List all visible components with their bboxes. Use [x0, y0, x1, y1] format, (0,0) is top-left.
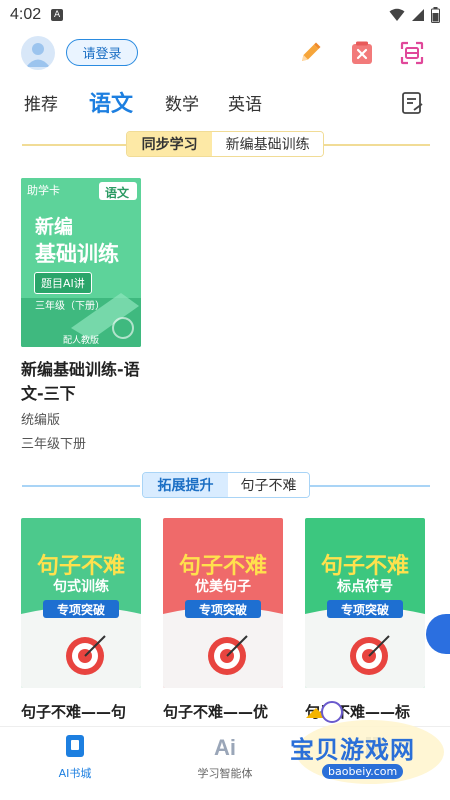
book-title-line1: 新编基础训练-语 [21, 360, 140, 379]
cover-banner: 专项突破 [185, 600, 261, 618]
status-time: 4:02 [10, 6, 42, 23]
cover-line2: 基础训练 [35, 242, 119, 266]
cover-badge: 题目AI讲 [34, 272, 92, 294]
divider [324, 144, 430, 146]
watermark-text: 宝贝游戏网 [290, 736, 415, 764]
section-extend-switch: 拓展提升 句子不难 [142, 472, 310, 498]
cover-edition: 配人教版 [63, 336, 100, 346]
cover-subject: 语文 [105, 186, 130, 200]
cover-tag: 助学卡 [27, 184, 60, 197]
divider [22, 144, 126, 146]
notification-icon: A [51, 9, 64, 21]
book-cover-punctuation[interactable]: 句子不难 标点符号 专项突破 [305, 518, 425, 688]
divider [22, 485, 140, 487]
nav-ai-bookstore[interactable]: AI书城 [20, 733, 130, 781]
seg-basic-training[interactable]: 新编基础训练 [212, 132, 323, 156]
tab-english[interactable]: 英语 [228, 82, 262, 122]
section-sync-switch: 同步学习 新编基础训练 [126, 131, 324, 157]
divider [310, 485, 430, 487]
edit-list-icon[interactable] [400, 90, 426, 116]
status-bar: 4:02 A [0, 0, 450, 30]
status-icons [389, 7, 440, 23]
seg-sentence[interactable]: 句子不难 [227, 473, 309, 497]
signal-icon [412, 9, 424, 21]
book-cover-basic-training[interactable]: 助学卡 语文 新编 基础训练 题目AI讲 三年级（下册） 配人教版 [21, 178, 141, 347]
book-title-basic-training[interactable]: 新编基础训练-语 文-三下 [21, 358, 151, 406]
tab-math[interactable]: 数学 [165, 82, 199, 122]
cover-subtitle: 标点符号 [337, 579, 393, 595]
nav-study-agent[interactable]: Ai 学习智能体 [170, 733, 280, 781]
user-icon [26, 43, 50, 67]
scan-icon[interactable] [398, 39, 426, 67]
cover-subtitle: 句式训练 [53, 579, 109, 595]
svg-text:Ai: Ai [214, 735, 236, 760]
cover-grade: 三年级（下册） [35, 301, 105, 312]
ai-icon: Ai [214, 735, 236, 760]
section-extend-header: 拓展提升 句子不难 [0, 471, 450, 501]
book-cover-sentence-pattern[interactable]: 句子不难 句式训练 专项突破 [21, 518, 141, 688]
seg-sync-study[interactable]: 同步学习 [127, 132, 213, 156]
cover-banner: 专项突破 [327, 600, 403, 618]
clear-icon[interactable] [348, 39, 376, 67]
subject-tabs: 推荐 语文 数学 英语 [0, 82, 450, 122]
watermark: 宝贝游戏网 baobeiy.com [270, 690, 446, 790]
wifi-icon [389, 8, 405, 21]
book-cover-beautiful-sentences[interactable]: 句子不难 优美句子 专项突破 [163, 518, 283, 688]
cover-line1: 新编 [35, 216, 74, 238]
watermark-url: baobeiy.com [322, 764, 404, 779]
section-sync-header: 同步学习 新编基础训练 [0, 130, 450, 160]
top-bar: 请登录 [0, 32, 450, 74]
book-edition: 统编版 [21, 413, 61, 428]
book-title-line2: 文-三下 [21, 384, 76, 403]
assistant-float-icon[interactable] [426, 614, 450, 654]
battery-icon [431, 7, 440, 23]
cover-banner: 专项突破 [43, 600, 119, 618]
tab-recommend[interactable]: 推荐 [24, 82, 58, 122]
login-button[interactable]: 请登录 [66, 39, 138, 66]
cover-subtitle: 优美句子 [195, 579, 251, 595]
book-icon [66, 735, 84, 757]
tab-chinese[interactable]: 语文 [89, 82, 133, 122]
seg-extend[interactable]: 拓展提升 [143, 473, 228, 497]
pencil-icon[interactable] [296, 39, 324, 67]
avatar[interactable] [21, 36, 55, 70]
nav-label: AI书城 [58, 767, 92, 780]
book-title-sentence-pattern[interactable]: 句子不难——句 [21, 700, 151, 724]
nav-label: 学习智能体 [197, 767, 253, 780]
book-grade: 三年级下册 [21, 437, 87, 452]
